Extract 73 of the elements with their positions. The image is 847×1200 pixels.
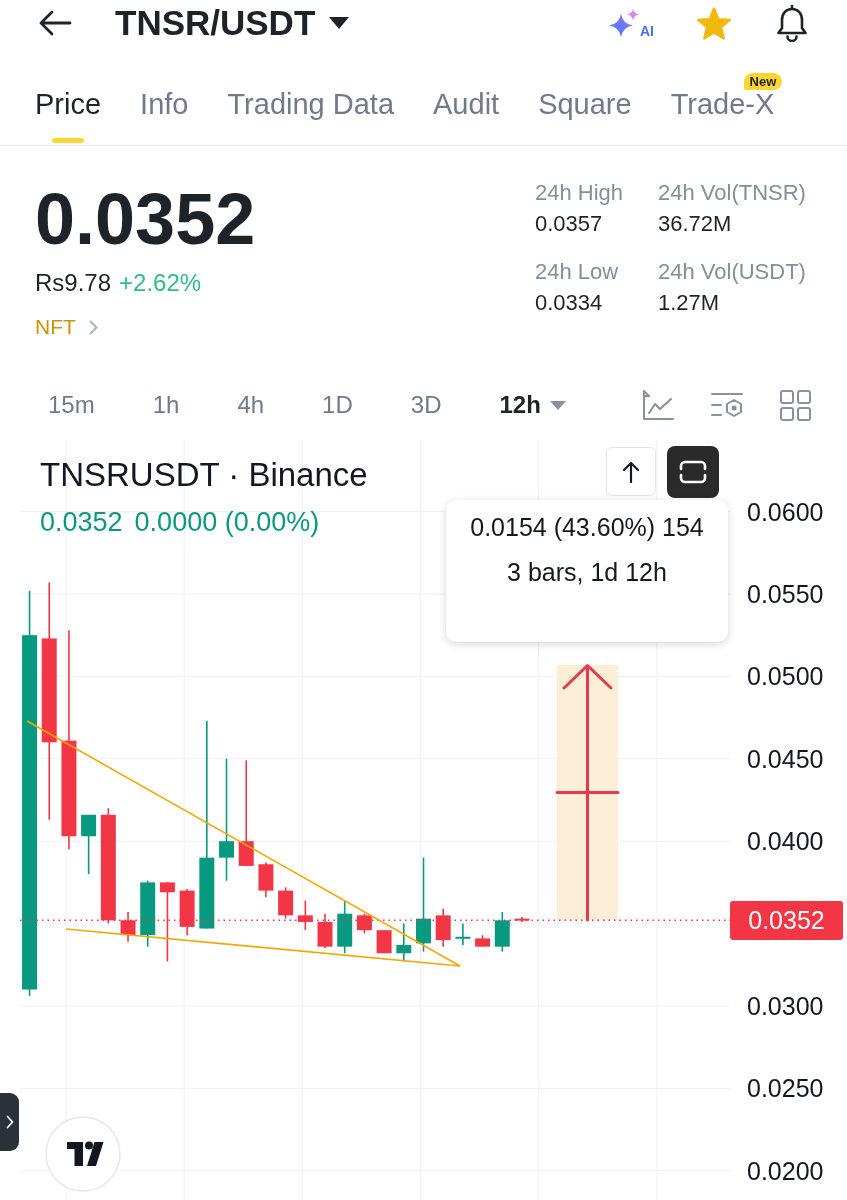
candle xyxy=(317,912,333,950)
tab[interactable]: Square xyxy=(538,92,632,143)
tab-badge: New xyxy=(743,73,783,90)
frame-button[interactable] xyxy=(667,446,719,498)
logo-icon[interactable] xyxy=(45,1116,121,1192)
candle xyxy=(120,911,136,943)
price-tick: 0.0400 xyxy=(747,826,824,857)
fiat-price: Rs9.78 xyxy=(35,268,112,298)
price-tick: 0.0200 xyxy=(747,1155,824,1186)
candle xyxy=(494,911,510,953)
last-price: 0.0352 xyxy=(35,179,256,259)
interval-tab[interactable]: 4h xyxy=(237,390,265,420)
candle xyxy=(475,934,491,948)
stat-value: 1.27M xyxy=(658,289,721,317)
tab[interactable]: Trading Data xyxy=(227,92,395,143)
candle xyxy=(337,899,353,955)
interval-tab[interactable]: 15m xyxy=(48,390,95,420)
stat-label: 24h Low xyxy=(535,258,620,286)
back-arrow-icon[interactable] xyxy=(38,10,72,36)
price-tick: 0.0300 xyxy=(747,991,824,1021)
tab[interactable]: Info xyxy=(140,92,189,143)
interval-tab[interactable]: 1h xyxy=(152,390,180,420)
stat-value: 0.0334 xyxy=(535,289,604,317)
tab[interactable]: Trade-X xyxy=(670,92,775,143)
candle xyxy=(297,899,313,931)
price-tick: 0.0600 xyxy=(747,496,824,527)
symbol-title: TNSRUSDT · Binance xyxy=(40,456,368,494)
grid-icon[interactable] xyxy=(780,389,811,421)
arrow-up-button[interactable] xyxy=(606,447,656,496)
quote-price: 0.0352 xyxy=(40,506,123,538)
sparkle-icon xyxy=(609,8,640,38)
chevron-right-icon xyxy=(5,1115,14,1129)
candle xyxy=(455,922,471,946)
candle xyxy=(258,861,274,898)
candle xyxy=(140,879,156,948)
price-change: +2.62% xyxy=(119,268,202,298)
ai-button[interactable]: AI xyxy=(609,8,654,38)
candle xyxy=(278,886,294,920)
candle xyxy=(179,888,195,936)
line-chart-icon[interactable] xyxy=(642,389,674,421)
tag-link[interactable]: NFT xyxy=(35,313,98,341)
frame-corners-icon xyxy=(679,460,707,484)
price-tick: 0.0450 xyxy=(747,743,824,774)
up-arrow-icon xyxy=(622,460,640,483)
candle xyxy=(396,922,412,963)
price-tick: 0.0550 xyxy=(747,578,824,609)
measure-span-text: 3 bars, 1d 12h xyxy=(507,557,667,587)
caret-down-icon xyxy=(329,17,350,29)
measure-change-text: 0.0154 (43.60%) 154 xyxy=(470,512,704,542)
candle xyxy=(356,912,372,935)
candle xyxy=(435,907,451,948)
interval-tab[interactable]: 1D xyxy=(322,390,353,420)
price-range-measure[interactable] xyxy=(555,664,620,922)
tab[interactable]: Audit xyxy=(433,92,500,143)
side-panel-toggle[interactable] xyxy=(0,1093,19,1151)
stat-label: 24h Vol(TNSR) xyxy=(658,179,806,207)
stat-label: 24h Vol(USDT) xyxy=(658,258,806,286)
quote-change: 0.0000 (0.00%) xyxy=(134,506,320,538)
bell-icon[interactable] xyxy=(774,4,810,42)
stat-value: 36.72M xyxy=(658,210,733,238)
star-icon[interactable] xyxy=(696,6,732,40)
price-tick: 0.0500 xyxy=(747,661,824,692)
candle xyxy=(81,814,97,875)
stat-label: 24h High xyxy=(535,179,625,207)
candle xyxy=(376,929,392,955)
tab[interactable]: Price xyxy=(35,92,102,143)
chevron-right-icon xyxy=(88,319,98,335)
price-tag: 0.0352 xyxy=(730,900,843,940)
price-tick: 0.0250 xyxy=(747,1073,824,1104)
pair-selector[interactable]: TNSR/USDT xyxy=(115,3,350,43)
stat-value: 0.0357 xyxy=(535,210,604,238)
interval-tab[interactable]: 12h xyxy=(499,390,566,420)
interval-tab[interactable]: 3D xyxy=(410,390,442,420)
